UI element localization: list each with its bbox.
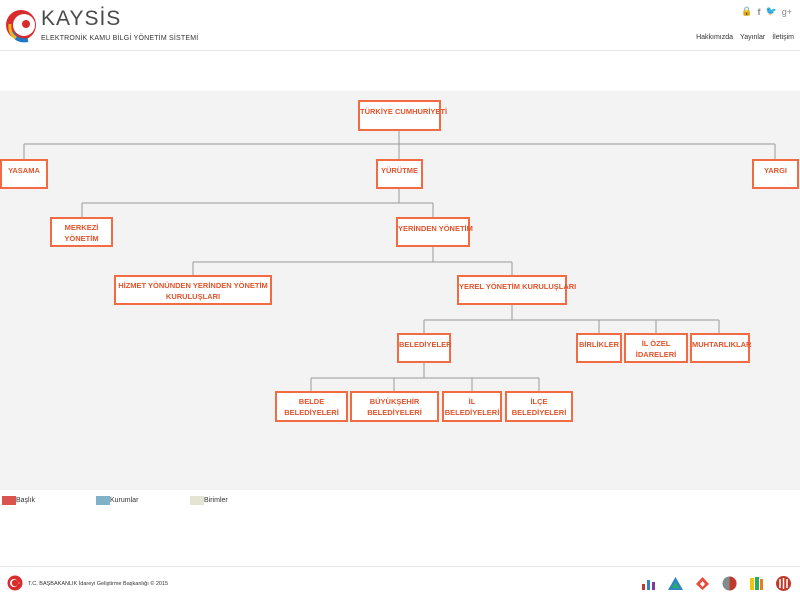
facebook-icon[interactable]: f bbox=[758, 7, 761, 17]
node-label: İL bbox=[468, 397, 476, 406]
nav-link-yayinlar[interactable]: Yayınlar bbox=[740, 34, 765, 41]
node-label: YARGI bbox=[763, 166, 788, 175]
node-label: YASAMA bbox=[8, 166, 40, 175]
node-muhtarliklar[interactable]: MUHTARLIKLAR bbox=[690, 333, 752, 363]
legend-item-birimler: Birimler bbox=[190, 496, 228, 505]
node-label: BELEDİYELERİ bbox=[444, 408, 500, 417]
node-label: YÖNETİM bbox=[64, 234, 99, 243]
node-label: HİZMET YÖNÜNDEN YERİNDEN YÖNETİM bbox=[118, 281, 268, 290]
brand-name[interactable]: KAYSİS bbox=[41, 7, 121, 31]
node-label: BELEDİYELERİ bbox=[284, 408, 339, 417]
node-label: TÜRKİYE CUMHURİYETİ bbox=[360, 107, 448, 116]
node-merkezi-yonetim[interactable]: MERKEZİ YÖNETİM bbox=[50, 217, 113, 247]
nav-link-iletisim[interactable]: İletişim bbox=[772, 34, 794, 41]
legend-label: Birimler bbox=[204, 497, 228, 504]
kaysis-logo-icon[interactable] bbox=[4, 2, 38, 48]
partner-logo-5-icon[interactable] bbox=[748, 575, 765, 592]
node-belediyeler[interactable]: BELEDİYELER bbox=[397, 333, 452, 363]
node-label: BELEDİYELERİ bbox=[511, 408, 567, 417]
node-hizmet-yonunden[interactable]: HİZMET YÖNÜNDEN YERİNDEN YÖNETİM KURULUŞ… bbox=[114, 275, 272, 305]
partner-logo-4-icon[interactable] bbox=[721, 575, 738, 592]
node-label: İLÇE bbox=[530, 397, 548, 406]
node-label: İDARELERİ bbox=[635, 350, 677, 359]
tc-basbakanlik-logo-icon bbox=[7, 575, 23, 591]
partner-logo-2-icon[interactable] bbox=[667, 575, 684, 592]
node-yerel-yonetim[interactable]: YEREL YÖNETİM KURULUŞLARI bbox=[457, 275, 576, 305]
lock-icon[interactable]: 🔒 bbox=[741, 6, 752, 17]
node-birlikler[interactable]: BİRLİKLER bbox=[576, 333, 622, 363]
chart-legend: Başlık Kurumlar Birimler bbox=[0, 496, 800, 510]
legend-swatch bbox=[190, 496, 204, 505]
org-chart: TÜRKİYE CUMHURİYETİ YASAMA YÜRÜTME YARGI… bbox=[0, 91, 800, 490]
node-label: İL ÖZEL bbox=[641, 339, 671, 348]
node-label: BİRLİKLER bbox=[579, 340, 619, 349]
node-belde-belediyeleri[interactable]: BELDE BELEDİYELERİ bbox=[275, 391, 348, 422]
node-label: MERKEZİ bbox=[64, 223, 99, 232]
legend-item-baslik: Başlık bbox=[2, 496, 35, 505]
legend-swatch bbox=[96, 496, 110, 505]
google-plus-icon[interactable]: g+ bbox=[782, 7, 792, 17]
node-label: BELDE bbox=[298, 397, 325, 406]
node-yerinden-yonetim[interactable]: YERİNDEN YÖNETİM bbox=[396, 217, 473, 247]
partner-logo-1-icon[interactable] bbox=[640, 575, 657, 592]
node-label: KURULUŞLARI bbox=[165, 292, 221, 301]
partner-logo-3-icon[interactable] bbox=[694, 575, 711, 592]
node-yasama[interactable]: YASAMA bbox=[0, 159, 48, 189]
partner-logo-6-icon[interactable] bbox=[775, 575, 792, 592]
site-footer: T.C. BAŞBAKANLIK İdareyi Geliştirme Başk… bbox=[0, 566, 800, 601]
node-label: BELEDİYELER bbox=[399, 340, 452, 349]
node-label: YERİNDEN YÖNETİM bbox=[398, 224, 473, 233]
node-label: BÜYÜKŞEHİR bbox=[369, 397, 420, 406]
node-yargi[interactable]: YARGI bbox=[752, 159, 799, 189]
nav-link-hakkimizda[interactable]: Hakkımızda bbox=[696, 34, 733, 41]
node-buyuksehir-belediyeleri[interactable]: BÜYÜKŞEHİR BELEDİYELERİ bbox=[350, 391, 439, 422]
social-links: 🔒 f 🐦 g+ bbox=[741, 6, 792, 17]
legend-item-kurumlar: Kurumlar bbox=[96, 496, 138, 505]
top-navigation: Hakkımızda Yayınlar İletişim bbox=[696, 34, 794, 41]
node-il-belediyeleri[interactable]: İL BELEDİYELERİ bbox=[442, 391, 502, 422]
node-label: YÜRÜTME bbox=[380, 166, 419, 175]
twitter-icon[interactable]: 🐦 bbox=[766, 6, 777, 17]
node-yurutme[interactable]: YÜRÜTME bbox=[376, 159, 423, 189]
partner-logos bbox=[640, 575, 792, 592]
legend-label: Kurumlar bbox=[110, 497, 139, 504]
footer-copyright: T.C. BAŞBAKANLIK İdareyi Geliştirme Başk… bbox=[28, 581, 169, 587]
site-header: KAYSİS ELEKTRONİK KAMU BİLGİ YÖNETİM SİS… bbox=[0, 0, 800, 51]
node-ilce-belediyeleri[interactable]: İLÇE BELEDİYELERİ bbox=[505, 391, 573, 422]
brand-tagline: ELEKTRONİK KAMU BİLGİ YÖNETİM SİSTEMİ bbox=[41, 35, 199, 42]
legend-swatch bbox=[2, 496, 16, 505]
node-label: BELEDİYELERİ bbox=[367, 408, 422, 417]
node-turkiye-cumhuriyeti[interactable]: TÜRKİYE CUMHURİYETİ bbox=[358, 100, 447, 131]
node-label: YEREL YÖNETİM KURULUŞLARI bbox=[459, 282, 577, 291]
legend-label: Başlık bbox=[16, 497, 36, 504]
node-label: MUHTARLIKLAR bbox=[692, 340, 752, 349]
node-il-ozel-idareleri[interactable]: İL ÖZEL İDARELERİ bbox=[624, 333, 688, 363]
